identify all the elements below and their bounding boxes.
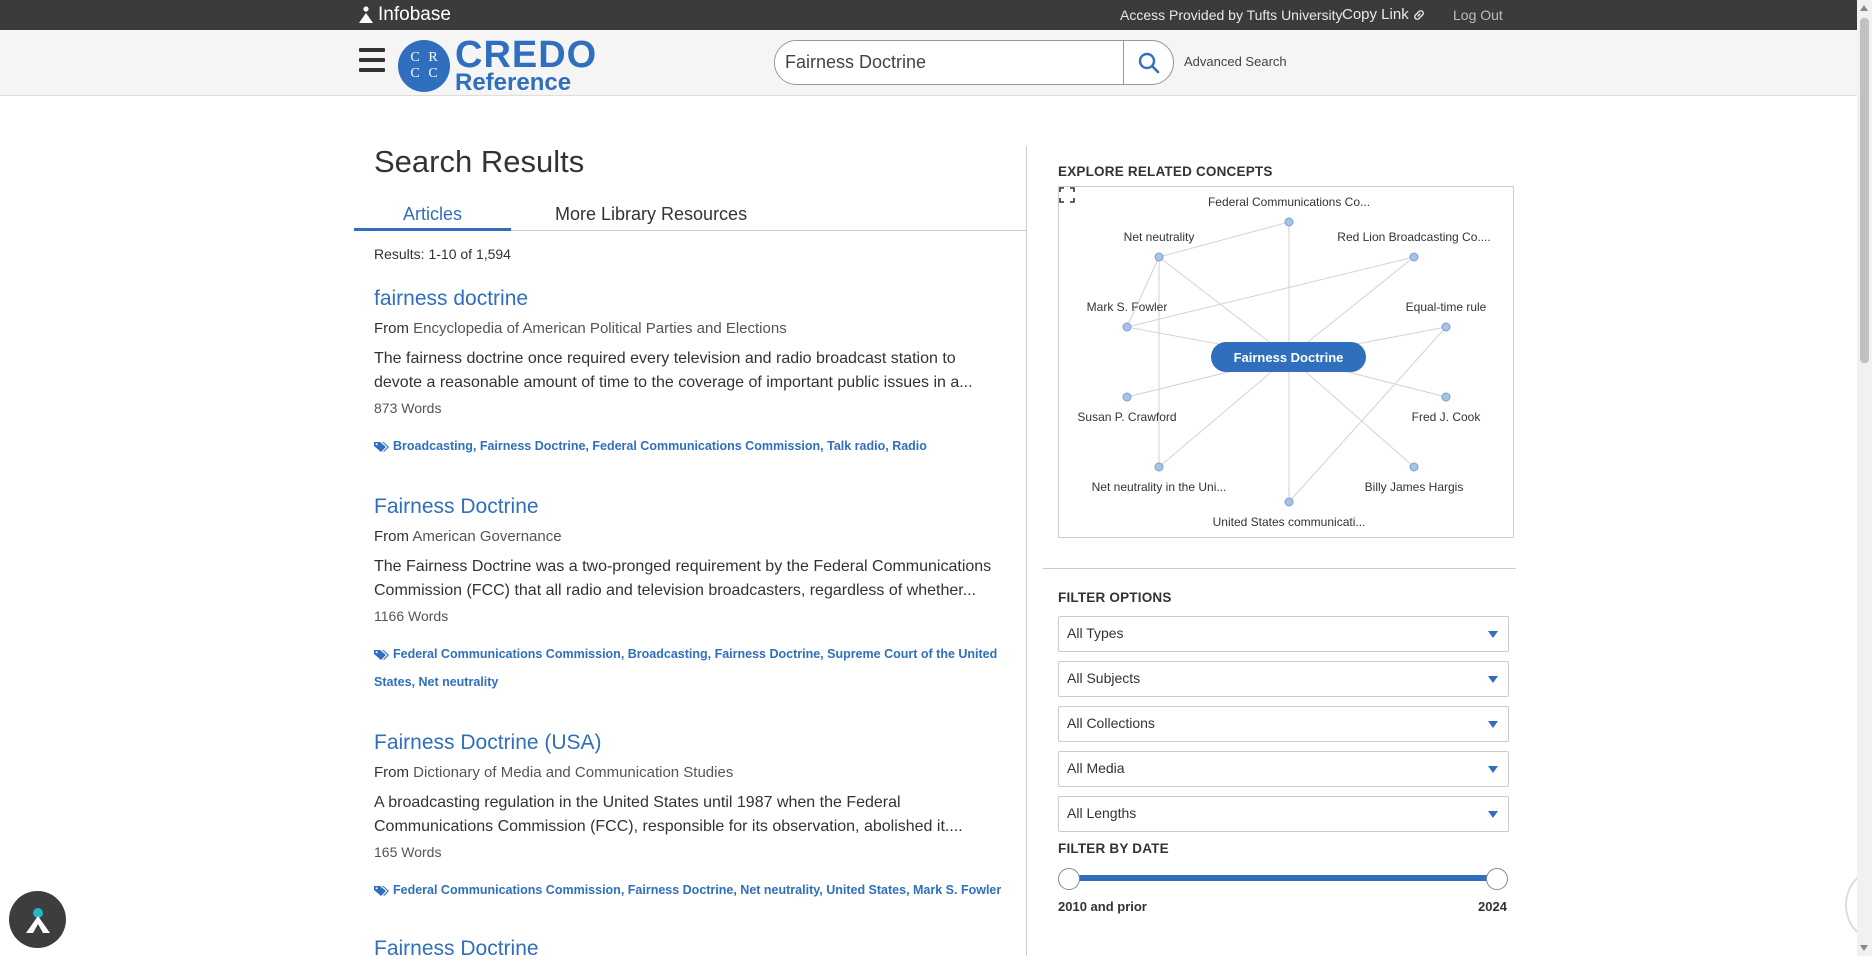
tab-articles[interactable]: Articles — [354, 200, 511, 231]
credo-logo[interactable]: CR CC CREDO Reference — [398, 34, 598, 97]
scrollbar[interactable] — [1857, 0, 1872, 956]
search-results: Search Results Articles More Library Res… — [354, 96, 1026, 960]
concept-node[interactable]: United States communicati... — [1213, 515, 1366, 529]
result-item: Fairness Doctrine (USA) From Dictionary … — [374, 731, 1004, 904]
result-word-count: 873 Words — [374, 400, 442, 416]
credo-logo-text: CREDO Reference — [455, 34, 598, 97]
search-bar — [774, 40, 1174, 85]
result-source: From American Governance — [374, 528, 562, 545]
result-description: The Fairness Doctrine was a two-pronged … — [374, 558, 992, 599]
concept-node[interactable]: Net neutrality — [1124, 230, 1195, 244]
menu-icon[interactable] — [359, 48, 385, 72]
tags-icon — [374, 441, 389, 452]
tags-icon — [374, 649, 389, 660]
concept-node[interactable]: Net neutrality in the Uni... — [1092, 480, 1227, 494]
result-tag-links[interactable]: Broadcasting, Fairness Doctrine, Federal… — [393, 439, 927, 453]
chevron-down-icon — [1488, 766, 1498, 773]
chevron-down-icon — [1488, 676, 1498, 683]
concept-node[interactable]: Federal Communications Co... — [1208, 195, 1370, 209]
date-range-start-label: 2010 and prior — [1058, 899, 1147, 914]
result-title-link[interactable]: Fairness Doctrine (USA) — [374, 731, 1004, 755]
filter-by-date-heading: FILTER BY DATE — [1058, 841, 1169, 856]
concept-node[interactable]: Red Lion Broadcasting Co.... — [1337, 230, 1490, 244]
result-tags: Federal Communications Commission, Broad… — [374, 640, 1004, 696]
credo-logo-mark: CR CC — [398, 39, 450, 92]
fullscreen-icon[interactable] — [1059, 187, 1075, 203]
filter-subjects-select[interactable]: All Subjects — [1058, 661, 1509, 697]
search-input[interactable] — [775, 41, 1123, 84]
result-tags: Broadcasting, Fairness Doctrine, Federal… — [374, 432, 1004, 460]
concept-node[interactable]: Billy James Hargis — [1365, 480, 1464, 494]
date-range-start-handle[interactable] — [1058, 868, 1080, 890]
chevron-down-icon — [1488, 631, 1498, 638]
date-range-end-handle[interactable] — [1486, 868, 1508, 890]
filter-lengths-select[interactable]: All Lengths — [1058, 796, 1509, 832]
search-button[interactable] — [1123, 41, 1173, 84]
filter-types-select[interactable]: All Types — [1058, 616, 1509, 652]
infobase-brand-text: Infobase — [378, 4, 451, 25]
result-description: A broadcasting regulation in the United … — [374, 794, 963, 835]
chevron-down-icon — [1488, 721, 1498, 728]
concept-node[interactable]: Equal-time rule — [1406, 300, 1487, 314]
result-source-link[interactable]: Dictionary of Media and Communication St… — [413, 764, 733, 781]
date-range-track[interactable] — [1068, 875, 1498, 881]
result-source: From Encyclopedia of American Political … — [374, 320, 787, 337]
results-count: Results: 1-10 of 1,594 — [374, 246, 511, 262]
date-range-end-label: 2024 — [1478, 899, 1507, 914]
concept-graph: Federal Communications Co... Net neutral… — [1058, 186, 1514, 538]
accessibility-icon — [25, 907, 50, 933]
result-title-link[interactable]: Fairness Doctrine — [374, 937, 1004, 961]
access-provided-text: Access Provided by Tufts University — [1120, 7, 1343, 23]
result-source-link[interactable]: American Governance — [412, 528, 561, 545]
concept-node[interactable]: Susan P. Crawford — [1077, 410, 1176, 424]
tags-icon — [374, 885, 389, 896]
filter-options-heading: FILTER OPTIONS — [1058, 590, 1172, 605]
accessibility-widget-button[interactable] — [9, 891, 66, 948]
infobase-logo-icon — [359, 6, 373, 23]
result-tag-links[interactable]: States, Net neutrality — [374, 675, 498, 689]
search-icon — [1138, 52, 1159, 73]
tab-more-library-resources[interactable]: More Library Resources — [555, 200, 747, 231]
result-tags: Federal Communications Commission, Fairn… — [374, 876, 1004, 904]
result-item: fairness doctrine From Encyclopedia of A… — [374, 287, 1004, 460]
result-description: The fairness doctrine once required ever… — [374, 350, 973, 391]
filter-collections-select[interactable]: All Collections — [1058, 706, 1509, 742]
result-word-count: 1166 Words — [374, 608, 449, 624]
scroll-up-icon[interactable] — [1860, 5, 1868, 11]
result-source-link[interactable]: Encyclopedia of American Political Parti… — [413, 320, 787, 337]
copy-link-button[interactable]: Copy Link — [1342, 6, 1425, 23]
result-title-link[interactable]: fairness doctrine — [374, 287, 1004, 311]
result-item: Fairness Doctrine — [374, 937, 1004, 961]
result-tag-links[interactable]: Federal Communications Commission, Broad… — [393, 647, 997, 661]
page-title: Search Results — [374, 144, 585, 179]
concept-node[interactable]: Mark S. Fowler — [1087, 300, 1168, 314]
logout-link[interactable]: Log Out — [1453, 7, 1503, 23]
link-icon — [1413, 9, 1424, 20]
result-source: From Dictionary of Media and Communicati… — [374, 764, 734, 781]
filter-media-select[interactable]: All Media — [1058, 751, 1509, 787]
header: CR CC CREDO Reference Advanced Search — [0, 30, 1872, 96]
concept-center-node[interactable]: Fairness Doctrine — [1211, 342, 1366, 372]
results-tabs: Articles More Library Resources — [354, 200, 1026, 231]
concept-node[interactable]: Fred J. Cook — [1412, 410, 1481, 424]
result-tag-links[interactable]: Federal Communications Commission, Fairn… — [393, 883, 1001, 897]
chevron-down-icon — [1488, 811, 1498, 818]
advanced-search-link[interactable]: Advanced Search — [1184, 54, 1287, 69]
top-bar: Infobase Access Provided by Tufts Univer… — [0, 0, 1872, 30]
result-item: Fairness Doctrine From American Governan… — [374, 495, 1004, 696]
infobase-logo[interactable]: Infobase — [358, 4, 451, 26]
copy-link-label: Copy Link — [1342, 6, 1409, 23]
section-divider — [1043, 568, 1516, 569]
column-divider — [1026, 146, 1027, 956]
scrollbar-thumb[interactable] — [1860, 18, 1869, 363]
result-title-link[interactable]: Fairness Doctrine — [374, 495, 1004, 519]
explore-concepts-heading: EXPLORE RELATED CONCEPTS — [1058, 164, 1273, 179]
scroll-down-icon[interactable] — [1860, 945, 1868, 951]
result-word-count: 165 Words — [374, 844, 442, 860]
